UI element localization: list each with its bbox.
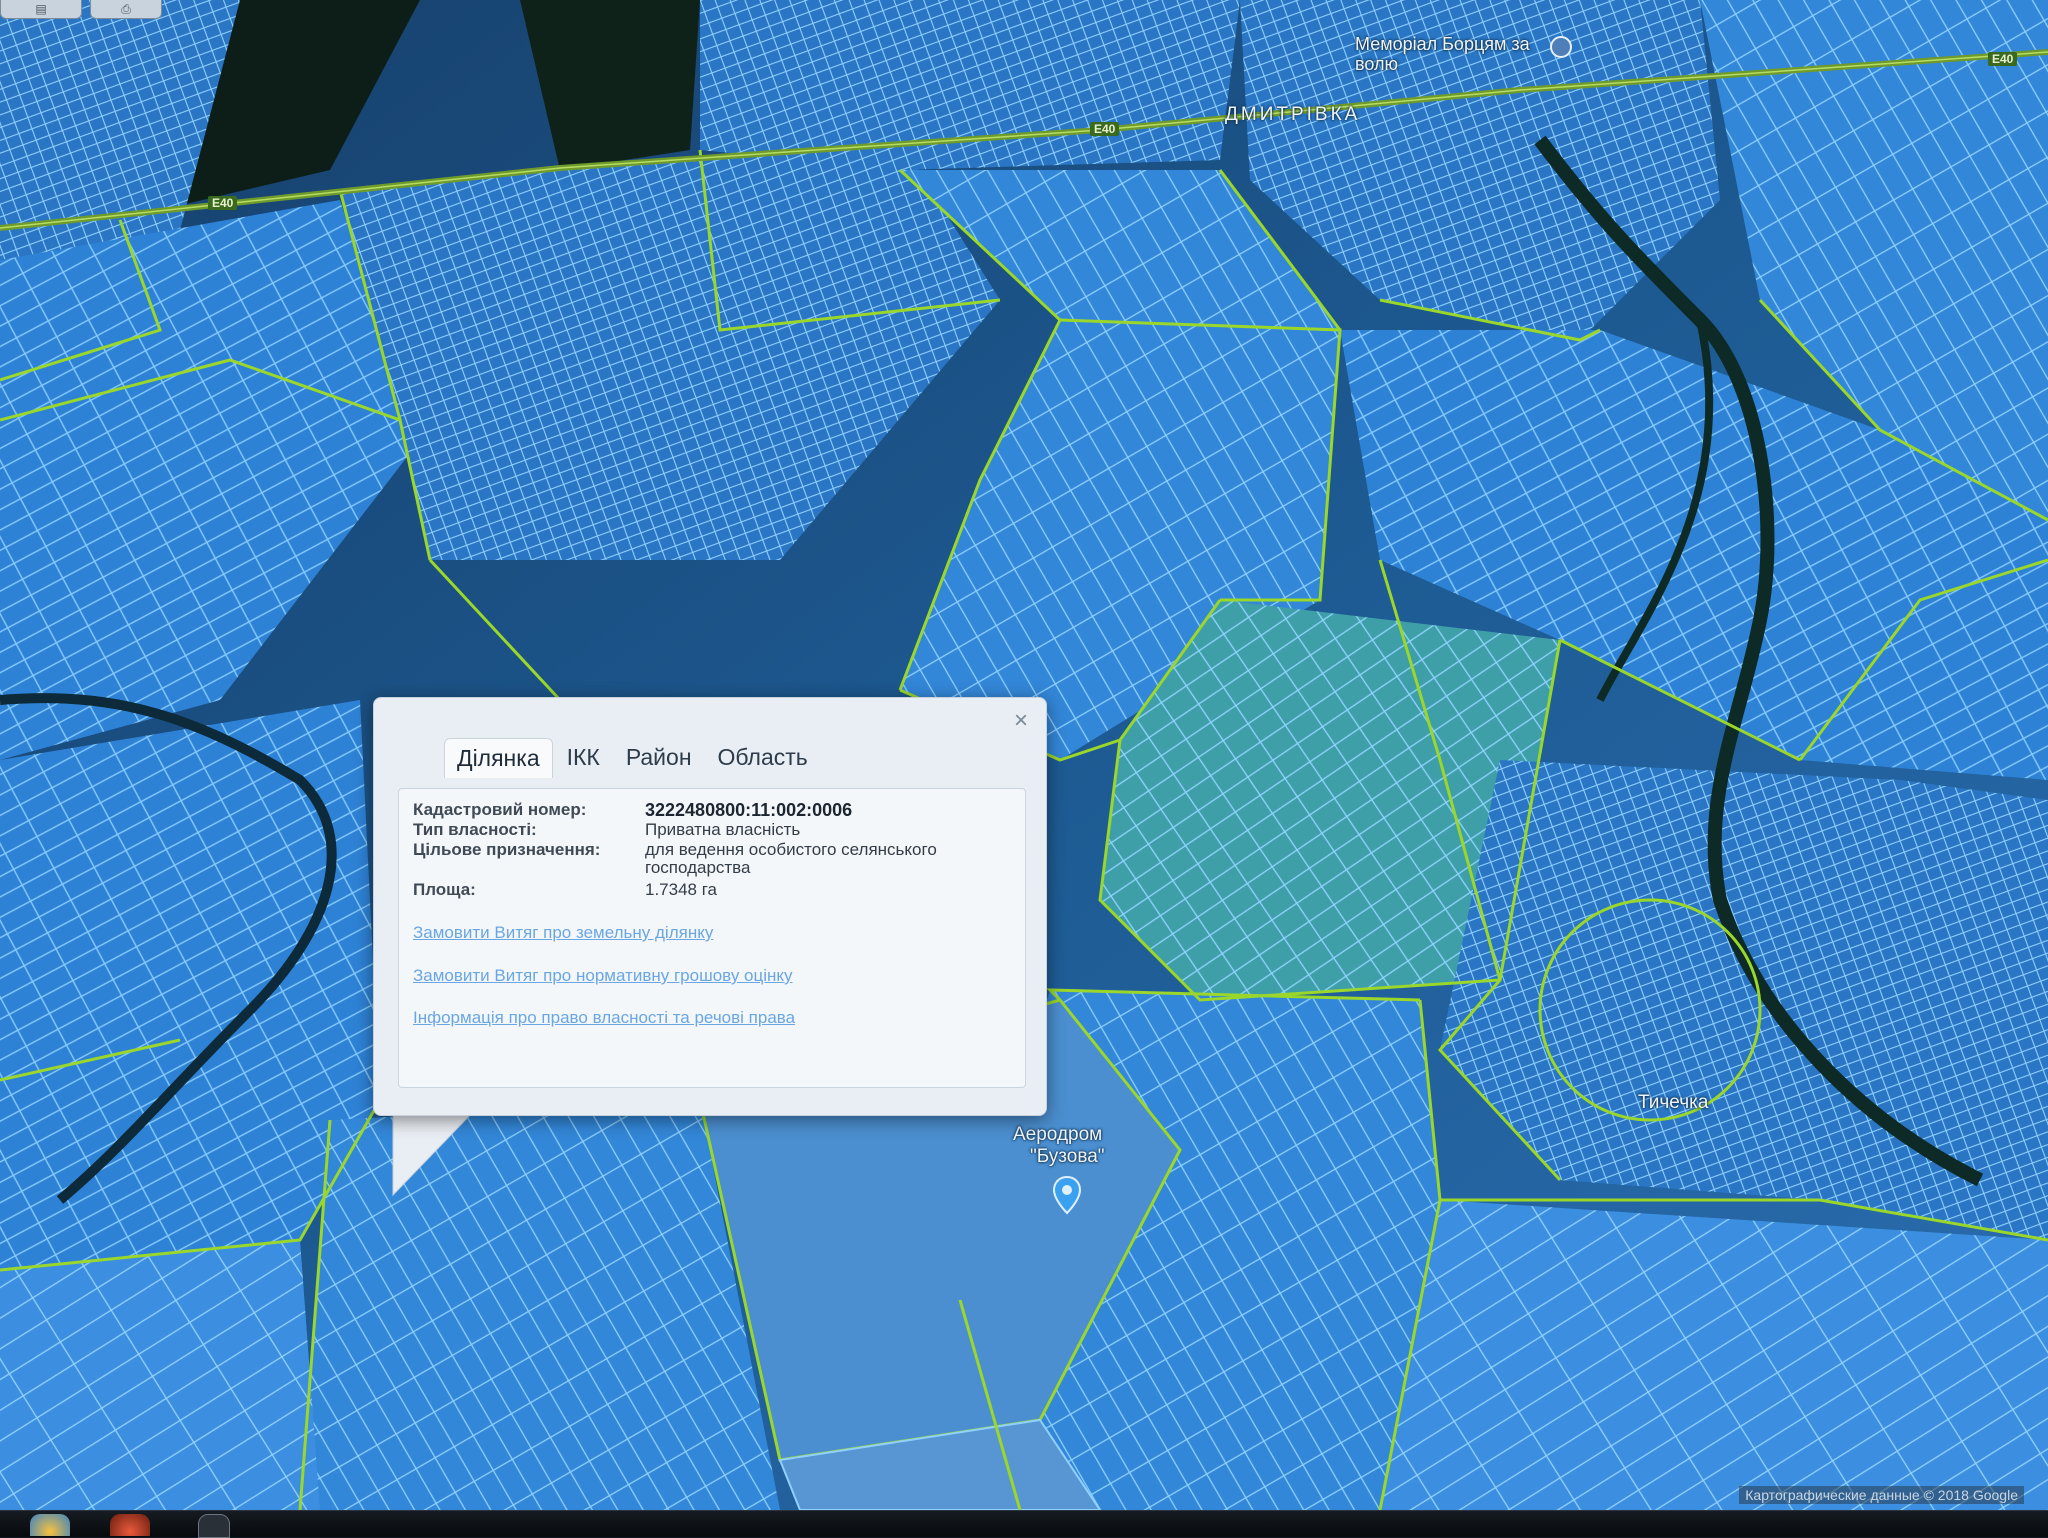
road-label-e40: E40 xyxy=(1988,52,2018,66)
field-label: Цільове призначення: xyxy=(413,840,601,859)
taskbar xyxy=(0,1510,2048,1538)
airfield-marker-icon[interactable] xyxy=(1052,1175,1082,1215)
purpose-row: Цільове призначення: для ведення особист… xyxy=(413,841,1015,877)
order-valuation-extract-link[interactable]: Замовити Витяг про нормативну грошову оц… xyxy=(413,966,793,986)
area-value: 1.7348 га xyxy=(645,880,718,899)
memorial-marker-icon[interactable] xyxy=(1550,36,1572,58)
print-button[interactable]: ⎙ xyxy=(90,0,162,19)
print-icon: ⎙ xyxy=(121,1,131,16)
road-label-e40: E40 xyxy=(1090,122,1120,136)
village-top-label: ДМИТРІВКА xyxy=(1225,104,1361,125)
tab-district[interactable]: Район xyxy=(614,738,704,778)
ownership-info-link[interactable]: Інформація про право власності та речові… xyxy=(413,1008,795,1028)
memorial-label: Меморіал Борцям за волю xyxy=(1355,34,1530,74)
ownership-type-row: Тип власності: Приватна власність xyxy=(413,821,1015,839)
field-label: Тип власності: xyxy=(413,820,537,839)
popup-tabs: Ділянка ІКК Район Область xyxy=(444,738,820,778)
app-icon[interactable] xyxy=(110,1514,150,1536)
map-attribution: Картографические данные © 2018 Google xyxy=(1739,1486,2024,1504)
airfield-label-line1: Аеродром xyxy=(1013,1124,1103,1145)
road-label-e40: E40 xyxy=(208,196,238,210)
layers-button[interactable]: ▤ xyxy=(0,0,82,19)
purpose-value: для ведення особистого селянського госпо… xyxy=(645,840,937,877)
map-toolbar: ▤ ⎙ xyxy=(0,0,162,20)
field-label: Площа: xyxy=(413,880,476,899)
layers-icon: ▤ xyxy=(35,2,47,16)
cadastral-number-row: Кадастровий номер: 3222480800:11:002:000… xyxy=(413,800,1015,820)
order-parcel-extract-link[interactable]: Замовити Витяг про земельну ділянку xyxy=(413,923,713,943)
village-right-label: Тичечка xyxy=(1638,1092,1709,1113)
browser-icon[interactable] xyxy=(30,1514,70,1536)
cadastral-number-value: 3222480800:11:002:0006 xyxy=(645,800,853,820)
ownership-type-value: Приватна власність xyxy=(645,820,801,839)
tab-ikk[interactable]: ІКК xyxy=(555,738,612,778)
field-label: Кадастровий номер: xyxy=(413,800,587,819)
popup-pointer xyxy=(392,1110,475,1197)
close-icon[interactable]: × xyxy=(1010,709,1032,733)
tab-region[interactable]: Область xyxy=(706,738,820,778)
window-icon[interactable] xyxy=(198,1514,230,1538)
parcel-details-panel: Кадастровий номер: 3222480800:11:002:000… xyxy=(398,788,1026,1088)
tab-parcel[interactable]: Ділянка xyxy=(444,738,553,778)
parcel-info-popup: × Ділянка ІКК Район Область Кадастровий … xyxy=(373,697,1047,1116)
airfield-label-line2: "Бузова" xyxy=(1030,1146,1105,1167)
area-row: Площа: 1.7348 га xyxy=(413,881,1015,899)
